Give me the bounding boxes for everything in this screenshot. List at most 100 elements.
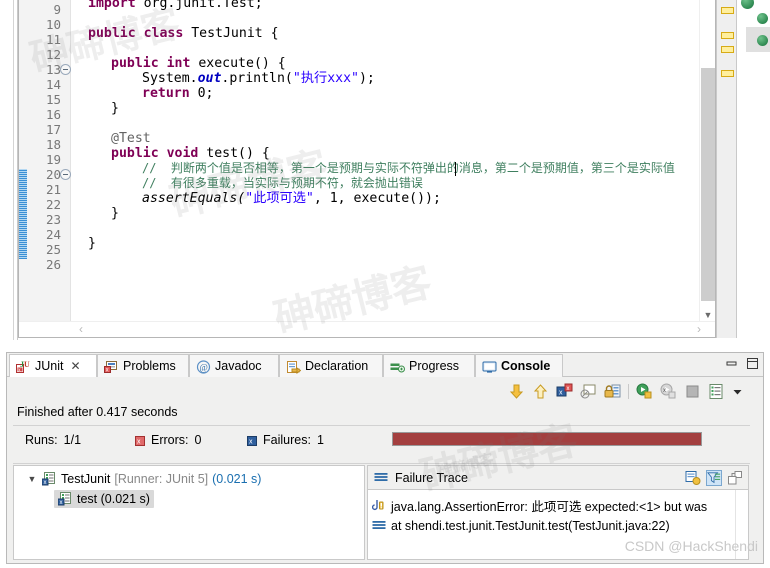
tab-label: Problems — [123, 359, 176, 373]
editor-horizontal-scrollbar[interactable]: ‹ › — [19, 321, 715, 337]
overview-ruler[interactable] — [716, 0, 737, 338]
compare-result-icon[interactable] — [685, 470, 701, 486]
rerun-failed-tests-icon[interactable]: x — [660, 383, 677, 400]
code-token: int — [166, 56, 191, 71]
svg-text:x: x — [60, 500, 63, 506]
progress-icon — [390, 359, 405, 373]
tab-label: Javadoc — [215, 359, 262, 373]
code-token: test() { — [198, 146, 270, 161]
tab-declaration[interactable]: Declaration — [279, 354, 383, 377]
chevron-down-icon[interactable]: ▼ — [26, 474, 38, 484]
line-number: 15 — [45, 92, 61, 107]
previous-failure-icon[interactable] — [532, 383, 549, 400]
tab-label: Declaration — [305, 359, 369, 373]
junit-icon: x J U — [16, 359, 31, 374]
failure-trace-row[interactable]: at shendi.test.junit.TestJunit.test(Test… — [372, 516, 670, 535]
svg-text:x: x — [663, 388, 666, 394]
code-token: System. — [142, 71, 198, 86]
line-number: 11 — [45, 32, 61, 47]
scroll-left-arrow-icon[interactable]: ‹ — [75, 323, 87, 336]
scroll-right-arrow-icon[interactable]: › — [693, 323, 705, 336]
line-number: 22 — [45, 197, 61, 212]
problems-icon: x — [104, 359, 119, 374]
code-comment: // 判断两个值是否相等，第一个是预期与实际不符弹出的消息，第二个是预期值，第三… — [142, 161, 675, 175]
javadoc-icon: @ — [196, 359, 211, 374]
svg-text:U: U — [24, 360, 30, 369]
ruler-warning-marker[interactable] — [721, 32, 734, 39]
tab-problems[interactable]: x Problems — [97, 354, 189, 377]
line-number: 26 — [45, 257, 61, 272]
editor-frame: 9 10 11 12 13 14 15 16 17 18 19 20 21 22… — [18, 0, 716, 338]
tab-label: Console — [501, 359, 551, 373]
maximize-button[interactable] — [746, 357, 759, 370]
line-number: 23 — [45, 212, 61, 227]
text-caret — [455, 162, 456, 176]
ruler-warning-marker[interactable] — [721, 7, 734, 14]
tree-node-runner: [Runner: JUnit 5] — [114, 472, 209, 486]
errors-counter: x Errors: 0 — [135, 433, 201, 447]
close-icon[interactable]: ✕ — [70, 355, 80, 377]
copy-trace-icon[interactable] — [727, 470, 743, 486]
editor-vertical-scrollbar[interactable]: ▼ — [699, 0, 715, 321]
ruler-warning-marker[interactable] — [721, 46, 734, 53]
code-text[interactable]: import org.junit.Test; public class Test… — [72, 0, 699, 321]
tab-console[interactable]: Console — [475, 354, 563, 377]
code-token: "此项可选" — [245, 191, 314, 206]
tree-row-test[interactable]: x test (0.021 s) — [54, 490, 154, 508]
stop-on-error-icon[interactable] — [580, 383, 597, 400]
stackframe-icon — [372, 519, 386, 533]
filter-stack-trace-icon[interactable] — [706, 470, 722, 486]
code-token: , 1, execute()); — [313, 191, 441, 206]
stop-icon[interactable] — [684, 383, 701, 400]
line-number: 24 — [45, 227, 61, 242]
line-number: 18 — [45, 137, 61, 152]
code-token: } — [111, 101, 119, 116]
tree-node-duration: (0.021 s) — [212, 472, 262, 486]
runs-counter: Runs: 1/1 — [25, 433, 81, 447]
failures-value: 1 — [316, 433, 324, 447]
junit-right-edge — [750, 377, 763, 563]
runs-value: 1/1 — [63, 433, 82, 447]
tab-javadoc[interactable]: @ Javadoc — [189, 354, 279, 377]
failure-trace-text: at shendi.test.junit.TestJunit.test(Test… — [391, 518, 670, 533]
test-result-tree[interactable]: ▼ x TestJunit [Runner: JUnit 5] (0.021 s… — [13, 465, 365, 560]
errors-label: Errors: — [151, 433, 189, 447]
code-token: "执行xxx" — [292, 71, 359, 86]
code-token: ); — [358, 71, 375, 86]
code-token: return — [142, 86, 190, 101]
test-run-history-icon[interactable] — [708, 383, 725, 400]
failures-label: Failures: — [263, 433, 311, 447]
line-number — [19, 272, 61, 287]
show-failures-only-icon[interactable]: x x — [556, 383, 573, 400]
fold-collapse-icon[interactable] — [60, 64, 71, 75]
line-number: 10 — [45, 17, 61, 32]
line-number — [19, 287, 61, 302]
assist-proposal-icon — [757, 13, 768, 24]
scroll-down-arrow-icon[interactable]: ▼ — [703, 310, 713, 320]
test-progress-bar — [392, 432, 702, 446]
next-failure-icon[interactable] — [508, 383, 525, 400]
scroll-lock-icon[interactable] — [604, 383, 621, 400]
error-marker-icon: x — [135, 435, 145, 446]
rerun-test-icon[interactable] — [636, 383, 653, 400]
tree-row-testjunit[interactable]: ▼ x TestJunit [Runner: JUnit 5] (0.021 s… — [26, 470, 261, 488]
ruler-warning-marker[interactable] — [721, 70, 734, 77]
panel-buttons — [725, 357, 759, 370]
tab-junit[interactable]: x J U JUnit ✕ — [9, 354, 97, 377]
separator — [13, 463, 757, 464]
console-icon — [482, 359, 497, 373]
failure-trace-row[interactable]: java.lang.AssertionError: 此项可选 expected:… — [371, 496, 707, 515]
code-token: out — [197, 71, 222, 86]
minimize-button[interactable] — [725, 357, 738, 370]
scrollbar-thumb[interactable] — [701, 68, 715, 301]
test-method-icon: x — [57, 492, 73, 506]
fold-collapse-icon[interactable] — [60, 169, 71, 180]
failure-marker-icon: x — [247, 435, 257, 446]
code-editor-area: 9 10 11 12 13 14 15 16 17 18 19 20 21 22… — [0, 0, 770, 348]
tab-progress[interactable]: Progress — [383, 354, 475, 377]
svg-text:@: @ — [200, 363, 208, 373]
stackframe-icon — [374, 471, 388, 485]
code-comment: // 有很多重载，当实际与预期不符，就会抛出错误 — [142, 176, 423, 190]
view-menu-chevron-icon[interactable] — [732, 383, 743, 400]
tree-node-label: test (0.021 s) — [77, 492, 150, 506]
